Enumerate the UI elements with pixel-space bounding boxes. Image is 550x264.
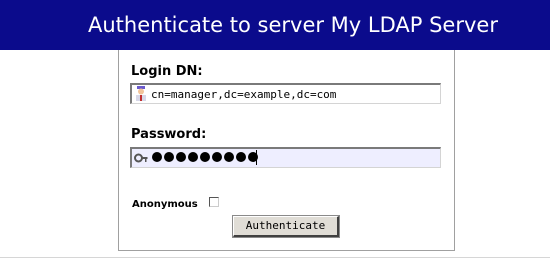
password-mask-dot <box>200 152 210 162</box>
key-icon <box>134 150 148 166</box>
password-field[interactable] <box>130 147 441 168</box>
password-mask-dot <box>176 152 186 162</box>
password-mask-dot <box>224 152 234 162</box>
login-dn-field[interactable]: cn=manager,dc=example,dc=com <box>130 83 441 104</box>
password-mask-dot <box>188 152 198 162</box>
password-label: Password: <box>131 127 207 142</box>
divider <box>0 257 550 258</box>
page-title: Authenticate to server My LDAP Server <box>0 0 550 50</box>
authenticate-button[interactable]: Authenticate <box>232 215 340 238</box>
password-mask <box>152 152 258 162</box>
login-dn-value: cn=manager,dc=example,dc=com <box>151 88 337 101</box>
anonymous-checkbox[interactable] <box>209 197 219 207</box>
password-mask-dot <box>212 152 222 162</box>
password-mask-dot <box>164 152 174 162</box>
password-mask-dot <box>236 152 246 162</box>
password-mask-dot <box>152 152 162 162</box>
user-icon <box>134 86 148 102</box>
login-dn-label: Login DN: <box>131 64 203 79</box>
text-caret <box>256 150 257 165</box>
anonymous-label: Anonymous <box>132 199 198 210</box>
